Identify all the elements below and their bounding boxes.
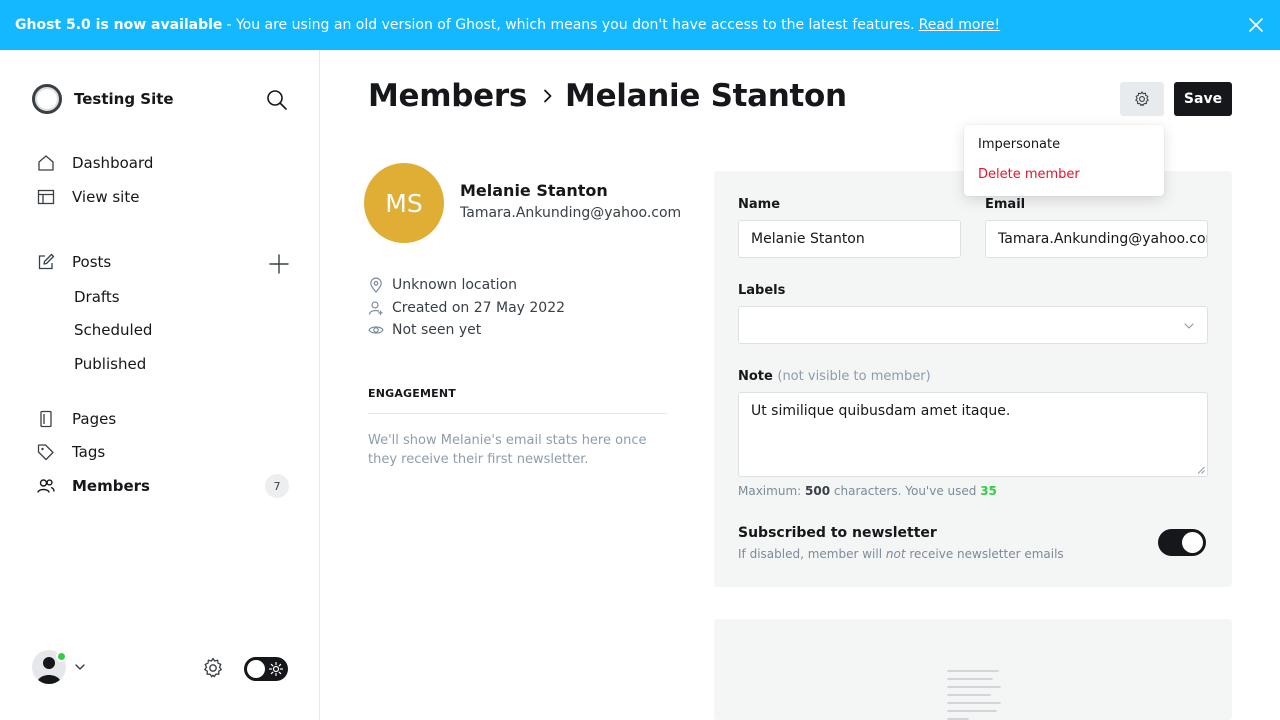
pages-icon (36, 409, 56, 429)
delete-member-menu-item[interactable]: Delete member (978, 167, 1080, 182)
gear-icon (1135, 91, 1149, 107)
breadcrumb-members-link[interactable]: Members (368, 78, 527, 114)
save-button[interactable]: Save (1174, 82, 1232, 116)
dark-mode-toggle[interactable] (244, 657, 288, 681)
member-created: Created on 27 May 2022 (368, 300, 565, 316)
sun-icon (269, 662, 283, 676)
member-avatar: MS (364, 163, 444, 243)
member-actions-button[interactable] (1120, 82, 1164, 116)
member-actions-menu: Impersonate Delete member (964, 125, 1164, 196)
location-pin-icon (370, 277, 382, 293)
labels-select[interactable] (738, 306, 1208, 344)
sidebar-item-label: Members (72, 477, 150, 495)
email-field[interactable]: Tamara.Ankunding@yahoo.com (985, 220, 1208, 258)
newsletter-title: Subscribed to newsletter (738, 525, 937, 541)
engagement-heading: ENGAGEMENT (368, 387, 456, 400)
banner-message: - You are using an old version of Ghost,… (226, 17, 915, 33)
member-location-text: Unknown location (392, 277, 517, 293)
sidebar-item-view-site[interactable]: View site (36, 182, 296, 212)
note-label: Note (not visible to member) (738, 369, 931, 384)
sidebar-item-posts[interactable]: Posts (36, 247, 296, 277)
user-add-icon (368, 301, 383, 315)
sidebar-item-scheduled[interactable]: Scheduled (74, 321, 152, 339)
member-email: Tamara.Ankunding@yahoo.com (460, 205, 682, 221)
name-label: Name (738, 197, 781, 212)
engagement-empty-text: We'll show Melanie's email stats here on… (368, 433, 647, 467)
sidebar-item-label: Tags (72, 443, 106, 461)
site-name: Testing Site (74, 90, 174, 108)
gear-icon[interactable] (201, 656, 225, 680)
activity-panel (714, 619, 1232, 720)
resize-handle-icon[interactable] (1197, 466, 1205, 474)
email-field-value: Tamara.Ankunding@yahoo.com (998, 231, 1208, 247)
divider (368, 413, 667, 414)
chevron-down-icon (75, 664, 85, 670)
chevron-right-icon (544, 89, 552, 103)
banner-headline: Ghost 5.0 is now available (15, 17, 223, 33)
newsletter-description: If disabled, member will not receive new… (738, 547, 1064, 561)
sidebar-item-drafts[interactable]: Drafts (74, 288, 120, 306)
online-status-dot (56, 651, 67, 662)
note-textarea[interactable]: Ut similique quibusdam amet itaque. (738, 392, 1208, 477)
email-label: Email (985, 197, 1026, 212)
add-post-icon[interactable] (267, 252, 291, 276)
member-created-text: Created on 27 May 2022 (392, 300, 566, 316)
site-logo (32, 84, 62, 114)
sidebar-item-label: Dashboard (72, 154, 154, 172)
breadcrumb-current: Melanie Stanton (565, 78, 847, 114)
close-icon[interactable] (1246, 15, 1266, 35)
counter-max: 500 (805, 484, 831, 498)
toggle-knob (1182, 532, 1203, 553)
note-label-text: Note (738, 369, 773, 384)
impersonate-menu-item[interactable]: Impersonate (978, 137, 1060, 152)
eye-icon (368, 326, 384, 334)
sidebar: Testing Site Dashboard View site Posts D… (0, 50, 320, 720)
chevron-down-icon (1184, 323, 1194, 329)
sidebar-item-dashboard[interactable]: Dashboard (36, 148, 296, 178)
member-last-seen: Not seen yet (368, 322, 481, 338)
newsletter-desc-em: not (885, 547, 906, 561)
counter-used: 35 (980, 484, 997, 498)
name-field[interactable]: Melanie Stanton (738, 220, 961, 258)
note-textarea-value: Ut similique quibusdam amet itaque. (751, 403, 1011, 419)
page-title: Members Melanie Stanton (368, 78, 847, 114)
toggle-knob (247, 660, 265, 678)
home-icon (36, 153, 56, 173)
newsletter-desc-b: receive newsletter emails (909, 547, 1064, 561)
member-location: Unknown location (368, 277, 517, 293)
newsletter-toggle[interactable] (1158, 529, 1206, 556)
search-icon[interactable] (265, 88, 289, 112)
sidebar-item-members[interactable]: Members (36, 471, 296, 501)
sidebar-item-published[interactable]: Published (74, 355, 146, 373)
counter-mid: characters. You've used (833, 484, 977, 498)
banner-read-more-link[interactable]: Read more! (919, 17, 1001, 33)
newsletter-desc-a: If disabled, member will (738, 547, 883, 561)
members-icon (36, 476, 56, 496)
sidebar-item-tags[interactable]: Tags (36, 437, 296, 467)
name-field-value: Melanie Stanton (751, 231, 865, 247)
site-header[interactable]: Testing Site (32, 84, 174, 114)
counter-prefix: Maximum: (738, 484, 802, 498)
update-banner: Ghost 5.0 is now available - You are usi… (0, 0, 1280, 50)
sidebar-item-label: View site (72, 188, 140, 206)
sidebar-item-pages[interactable]: Pages (36, 404, 296, 434)
tag-icon (36, 442, 56, 462)
sidebar-item-label: Pages (72, 410, 117, 428)
layout-icon (36, 187, 56, 207)
member-last-seen-text: Not seen yet (392, 322, 482, 338)
document-lines-icon (947, 670, 1001, 720)
character-counter: Maximum: 500 characters. You've used 35 (738, 484, 997, 498)
note-hint: (not visible to member) (777, 369, 931, 384)
edit-icon (36, 252, 56, 272)
sidebar-item-label: Posts (72, 253, 112, 271)
labels-label: Labels (738, 283, 786, 298)
members-count-badge: 7 (265, 474, 289, 498)
member-name: Melanie Stanton (460, 181, 608, 200)
